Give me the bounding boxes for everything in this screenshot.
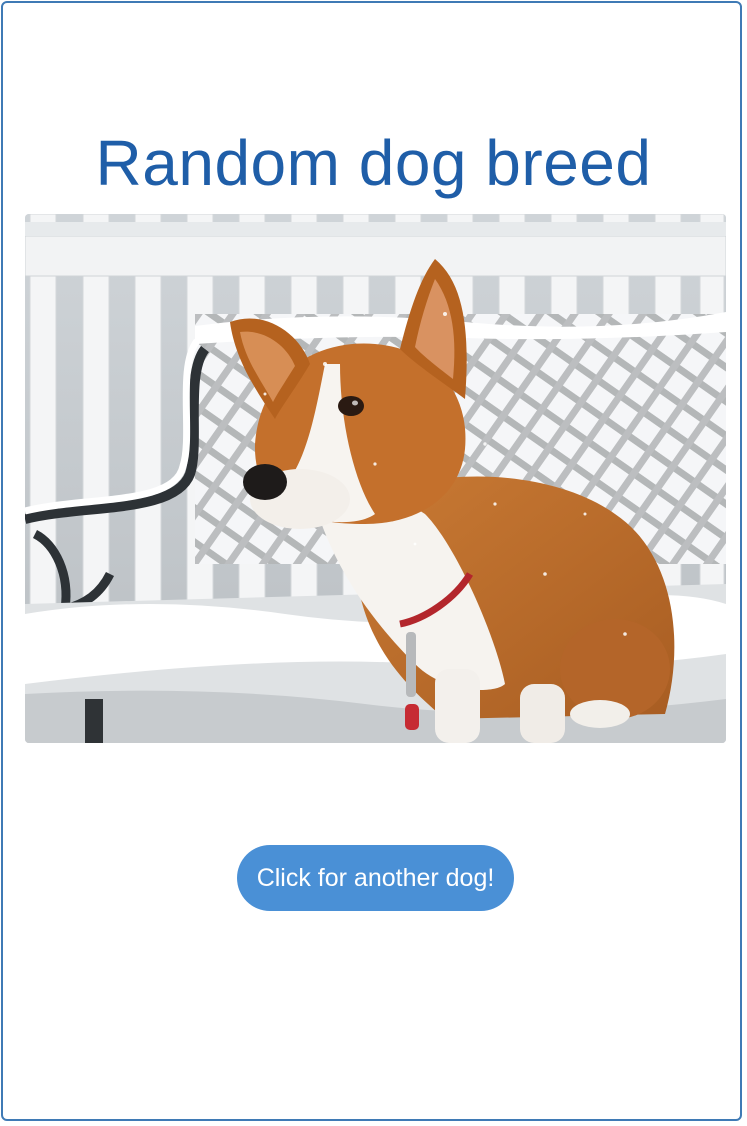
dog-photo-illustration — [25, 214, 726, 743]
dog-photo — [25, 214, 726, 743]
page-title: Random dog breed — [95, 127, 652, 199]
another-dog-button[interactable]: Click for another dog! — [237, 845, 514, 911]
app-card: Random dog breed Click for another dog! — [1, 1, 742, 1121]
